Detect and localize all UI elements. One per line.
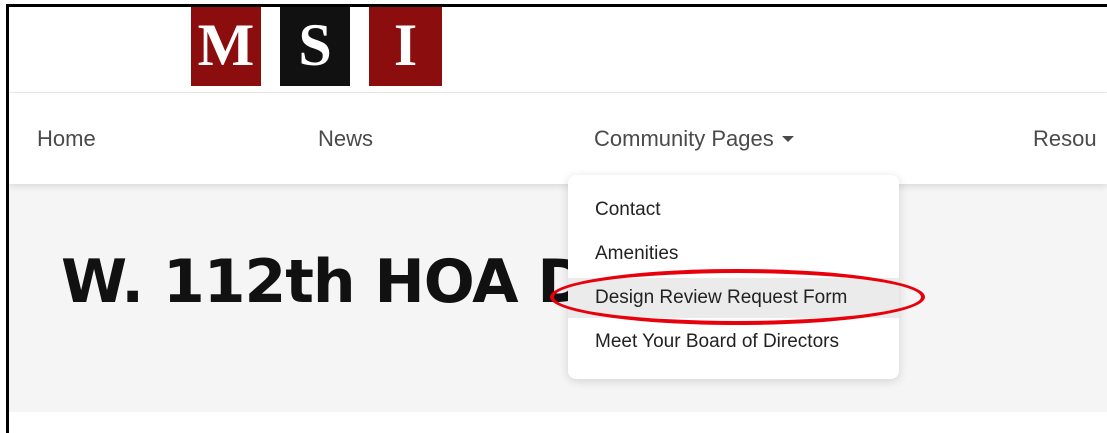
logo-letter-s: S: [280, 7, 350, 86]
menu-item-meet-your-board[interactable]: Meet Your Board of Directors: [568, 322, 899, 362]
menu-item-amenities[interactable]: Amenities: [568, 234, 899, 274]
msi-logo[interactable]: M S I: [191, 7, 442, 86]
browser-viewport: M S I Home News Community Pages Resou W.…: [6, 4, 1107, 433]
nav-resources-link[interactable]: Resou: [1033, 126, 1097, 152]
page-content: W. 112th HOA Der: [9, 184, 1107, 412]
logo-letter-m: M: [191, 7, 261, 86]
nav-community-pages-dropdown[interactable]: Community Pages: [594, 126, 794, 152]
menu-item-contact[interactable]: Contact: [568, 190, 899, 230]
community-pages-menu: Contact Amenities Design Review Request …: [568, 175, 899, 379]
logo-letter-i: I: [369, 7, 442, 86]
menu-item-design-review-request-form[interactable]: Design Review Request Form: [568, 278, 899, 318]
nav-home-link[interactable]: Home: [37, 126, 96, 152]
page-title: W. 112th HOA Der: [61, 247, 656, 317]
nav-news-link[interactable]: News: [318, 126, 373, 152]
caret-down-icon: [781, 136, 794, 142]
main-navbar: Home News Community Pages Resou: [9, 93, 1107, 184]
nav-community-label: Community Pages: [594, 126, 774, 151]
content-footer-strip: [9, 412, 1107, 433]
